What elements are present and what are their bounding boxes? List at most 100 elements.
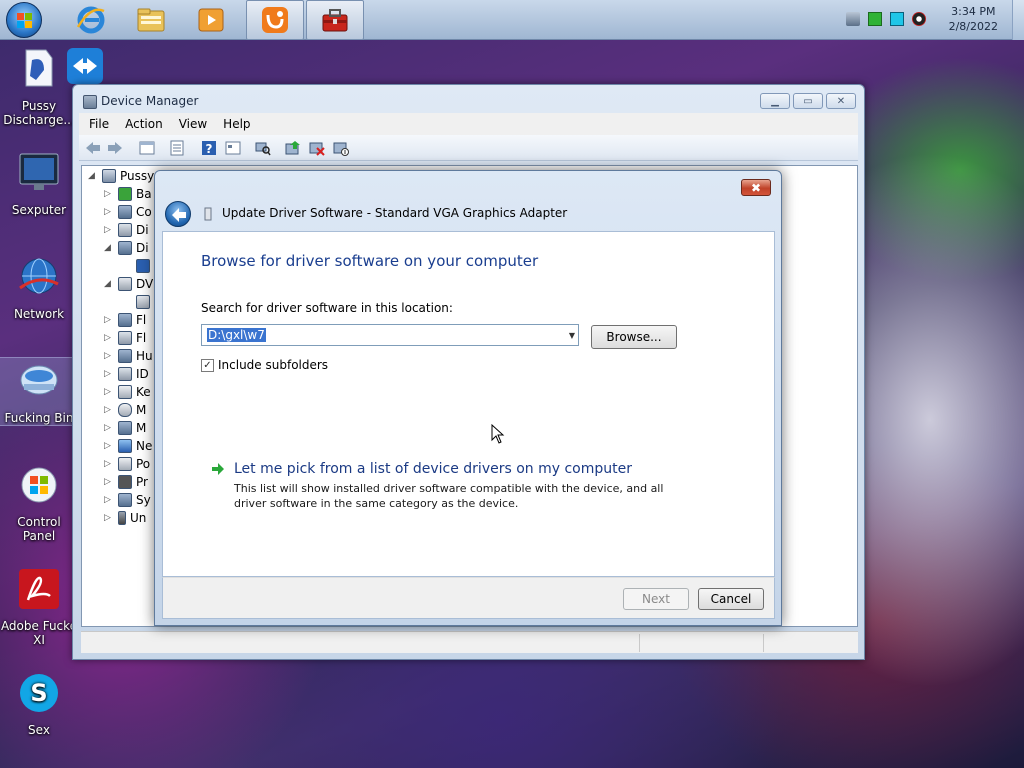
desktop-icon-adobe[interactable]: Adobe Fucke XI (0, 566, 78, 647)
expand-arrow-icon[interactable]: ▷ (104, 369, 114, 379)
tree-node-batteries[interactable]: ▷ Ba (104, 185, 152, 203)
taskbar-media-player[interactable] (182, 0, 240, 40)
expand-arrow-icon[interactable]: ▷ (104, 477, 114, 487)
help-icon[interactable]: ? (201, 140, 217, 156)
desktop-icon-network[interactable]: Network (0, 254, 78, 321)
back-arrow-icon[interactable] (85, 140, 101, 156)
show-desktop-button[interactable] (1012, 0, 1024, 40)
expand-arrow-icon[interactable]: ▷ (104, 513, 114, 523)
tree-node-floppy-drives[interactable]: ▷ Fl (104, 329, 146, 347)
include-subfolders-checkbox[interactable]: ✓ (201, 358, 214, 372)
expand-arrow-icon[interactable]: ▷ (104, 351, 114, 361)
tree-node-root[interactable]: ◢ Pussy (88, 167, 154, 185)
monitor-icon (118, 421, 132, 435)
taskbar-windows-explorer[interactable] (122, 0, 180, 40)
tree-node-vga-adapter[interactable] (122, 257, 154, 275)
maximize-button[interactable]: ▭ (793, 93, 823, 109)
start-button[interactable] (6, 2, 42, 38)
maximize-icon: ▭ (803, 95, 813, 107)
expand-arrow-icon[interactable]: ▷ (104, 495, 114, 505)
expand-arrow-icon[interactable]: ▷ (104, 441, 114, 451)
desktop-icon-recycle-bin[interactable]: Fucking Bin (0, 357, 79, 426)
taskbar-device-manager[interactable] (306, 0, 364, 40)
clock-date: 2/8/2022 (948, 20, 998, 33)
dialog-close-button[interactable]: ✖ (741, 179, 771, 196)
uninstall-device-icon[interactable] (309, 140, 325, 156)
menu-help[interactable]: Help (223, 117, 250, 131)
tree-node-floppy-controllers[interactable]: ▷ Fl (104, 311, 146, 329)
collapse-arrow-icon[interactable]: ◢ (104, 279, 114, 289)
tree-node-disk-drives[interactable]: ▷ Di (104, 221, 149, 239)
forward-arrow-icon[interactable] (107, 140, 123, 156)
expand-arrow-icon[interactable]: ▷ (104, 207, 114, 217)
expand-arrow-icon[interactable]: ▷ (104, 189, 114, 199)
tree-node-label: Un (130, 511, 147, 525)
minimize-button[interactable]: ▁ (760, 93, 790, 109)
expand-arrow-icon[interactable]: ▷ (104, 405, 114, 415)
tree-node-ide[interactable]: ▷ ID (104, 365, 149, 383)
tree-node-processors[interactable]: ▷ Pr (104, 473, 148, 491)
driver-path-combobox[interactable]: D:\gxl\w7 ▼ (201, 324, 579, 346)
desktop-icon-computer[interactable]: Sexputer (0, 150, 78, 217)
pick-from-list-description: This list will show installed driver sof… (234, 482, 664, 510)
tree-node-computer[interactable]: ▷ Co (104, 203, 152, 221)
menu-view[interactable]: View (179, 117, 207, 131)
tree-node-dvd-device[interactable] (122, 293, 154, 311)
tree-node-label: Ba (136, 187, 152, 201)
tree-node-keyboards[interactable]: ▷ Ke (104, 383, 151, 401)
collapse-arrow-icon[interactable]: ◢ (104, 243, 114, 253)
speaker-icon[interactable] (912, 12, 926, 26)
network-adapter-icon (118, 439, 132, 453)
menu-action[interactable]: Action (125, 117, 163, 131)
browse-button[interactable]: Browse... (591, 325, 677, 349)
expand-arrow-icon[interactable]: ▷ (104, 423, 114, 433)
taskbar-internet-explorer[interactable] (62, 0, 120, 40)
expand-arrow-icon[interactable]: ▷ (104, 459, 114, 469)
scan-hardware-icon[interactable] (255, 140, 271, 156)
disable-device-icon[interactable] (333, 140, 349, 156)
green-arrow-icon (212, 463, 224, 475)
view-icon[interactable] (225, 140, 241, 156)
mouse-cursor-icon (491, 424, 505, 444)
tree-node-monitors[interactable]: ▷ M (104, 419, 146, 437)
expand-arrow-icon[interactable]: ▷ (104, 315, 114, 325)
collapse-arrow-icon[interactable]: ◢ (88, 171, 98, 181)
pick-from-list-link[interactable]: Let me pick from a list of device driver… (234, 461, 632, 477)
taskbar-uc-browser[interactable] (246, 0, 304, 40)
update-driver-icon[interactable] (285, 140, 301, 156)
tree-node-network-adapters[interactable]: ▷ Ne (104, 437, 152, 455)
tree-node-mice[interactable]: ▷ M (104, 401, 146, 419)
desktop-icon-skype[interactable]: S Sex (0, 670, 78, 737)
show-hide-tree-icon[interactable] (139, 140, 155, 156)
menu-file[interactable]: File (89, 117, 109, 131)
desktop-icon-control-panel[interactable]: Control Panel (0, 462, 78, 543)
taskbar-clock[interactable]: 3:34 PM 2/8/2022 (949, 4, 998, 34)
back-button[interactable] (165, 201, 191, 227)
tree-node-label: ID (136, 367, 149, 381)
tree-node-label: M (136, 403, 147, 417)
expand-arrow-icon[interactable]: ▷ (104, 333, 114, 343)
tree-node-label: Po (136, 457, 151, 471)
include-subfolders-option[interactable]: ✓ Include subfolders (201, 358, 328, 372)
tree-node-ports[interactable]: ▷ Po (104, 455, 150, 473)
tree-node-dvd-drives[interactable]: ◢ DV (104, 275, 153, 293)
tree-node-hid[interactable]: ▷ Hu (104, 347, 153, 365)
tree-node-usb[interactable]: ▷ Un (104, 509, 146, 527)
chevron-down-icon[interactable]: ▼ (569, 331, 575, 340)
device-icon (204, 207, 212, 221)
properties-icon[interactable] (169, 140, 185, 156)
device-manager-icon (83, 95, 97, 109)
network-monitor-icon[interactable] (890, 12, 904, 26)
expand-arrow-icon[interactable]: ▷ (104, 225, 114, 235)
back-arrow-icon (172, 208, 186, 222)
next-button[interactable]: Next (623, 588, 689, 610)
desktop-icon-label: Sex (28, 723, 50, 737)
close-button[interactable]: ✕ (826, 93, 856, 109)
expand-arrow-icon[interactable]: ▷ (104, 387, 114, 397)
flag-status-icon[interactable] (868, 12, 882, 26)
driver-path-value[interactable]: D:\gxl\w7 (207, 328, 266, 342)
action-center-icon[interactable] (846, 12, 860, 26)
tree-node-display-adapters[interactable]: ◢ Di (104, 239, 149, 257)
tree-node-system-devices[interactable]: ▷ Sy (104, 491, 151, 509)
cancel-button[interactable]: Cancel (698, 588, 764, 610)
